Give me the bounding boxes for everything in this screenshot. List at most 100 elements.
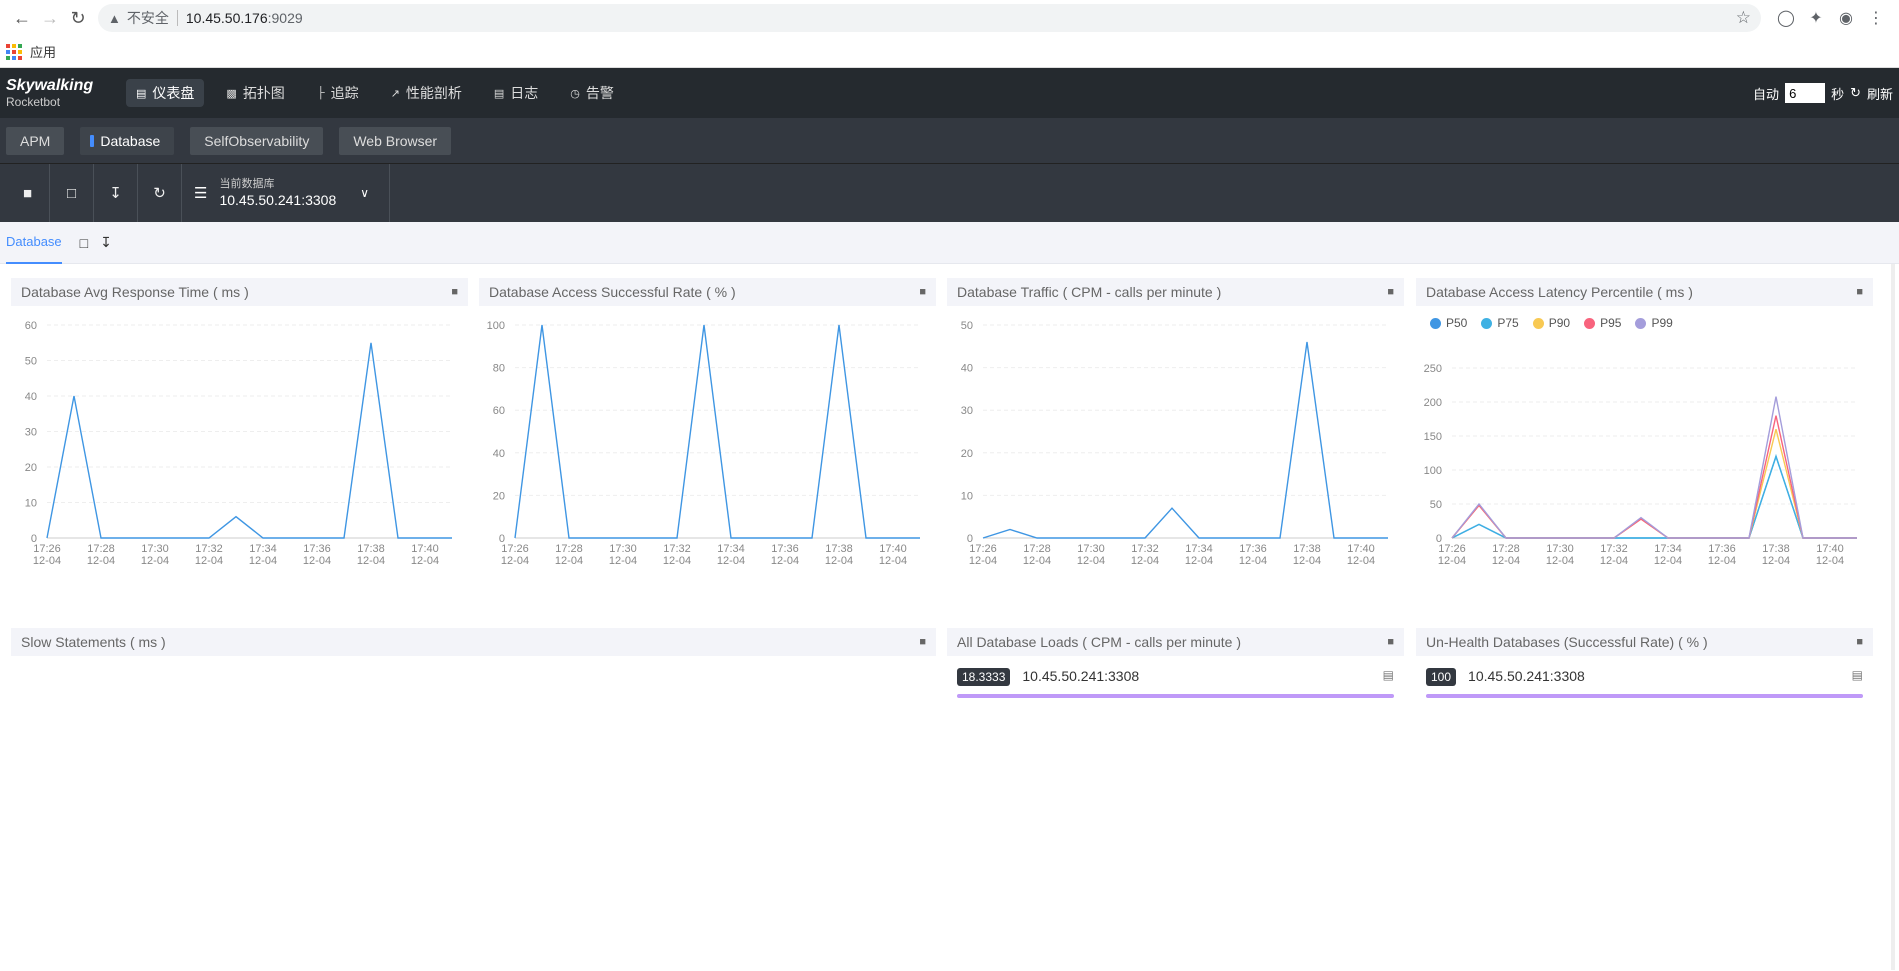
panel-header: Un-Health Databases (Successful Rate) ( … — [1416, 628, 1873, 656]
chart-legend: P50 P75 P90 P95 P99 — [1430, 316, 1673, 330]
layer-tab-apm[interactable]: APM — [6, 126, 65, 155]
x-tick-label: 12-04 — [969, 555, 997, 567]
x-tick-label: 12-04 — [1023, 555, 1051, 567]
x-tick-label: 12-04 — [1293, 555, 1321, 567]
nav-profile[interactable]: ↗ 性能剖析 — [381, 79, 472, 107]
url-port: :9029 — [267, 10, 303, 26]
panel-title: Database Access Successful Rate ( % ) — [489, 284, 736, 300]
legend-item[interactable]: P95 — [1584, 316, 1621, 330]
x-tick-label: 17:38 — [1762, 543, 1790, 555]
trace-icon: ├ — [316, 87, 325, 99]
current-db-label: 当前数据库 — [219, 178, 275, 191]
legend-item[interactable]: P75 — [1481, 316, 1519, 330]
legend-dot — [1584, 317, 1596, 329]
folder-icon[interactable]: □ — [50, 164, 94, 222]
layer-tabs: APM Database SelfObservability Web Brows… — [0, 118, 1899, 164]
clipboard-icon[interactable]: ▤ — [1383, 668, 1394, 682]
series-line[interactable] — [1451, 429, 1857, 539]
series-line[interactable] — [1451, 454, 1857, 539]
series-line[interactable] — [1451, 454, 1857, 539]
lock-icon[interactable]: ■ — [451, 286, 458, 298]
reload-icon[interactable]: ↻ — [64, 4, 92, 32]
forward-icon[interactable]: → — [36, 4, 64, 32]
database-loads-panel: All Database Loads ( CPM - calls per min… — [947, 628, 1404, 700]
bookmark-apps[interactable]: 应用 — [30, 42, 56, 61]
folder-icon[interactable]: □ — [80, 235, 88, 251]
lock-icon[interactable]: ■ — [1856, 636, 1863, 648]
series-line[interactable] — [46, 342, 452, 539]
x-tick-label: 17:30 — [1077, 543, 1105, 555]
refresh-button[interactable]: 刷新 — [1867, 84, 1893, 103]
nav-label: 仪表盘 — [152, 85, 195, 101]
x-tick-label: 12-04 — [1239, 555, 1267, 567]
chart-panel-traffic: Database Traffic ( CPM - calls per minut… — [947, 278, 1404, 571]
lock-icon[interactable]: ■ — [1856, 286, 1863, 298]
lock-icon[interactable]: ■ — [6, 164, 50, 222]
legend-item[interactable]: P50 — [1430, 316, 1467, 330]
y-tick-label: 40 — [493, 448, 505, 460]
lock-icon[interactable]: ■ — [1387, 286, 1394, 298]
download-icon[interactable]: ↧ — [94, 164, 138, 222]
layer-tab-web-browser[interactable]: Web Browser — [339, 126, 452, 155]
x-tick-label: 12-04 — [87, 555, 115, 567]
nav-log[interactable]: ▤ 日志 — [484, 79, 548, 107]
layer-tab-selfobservability[interactable]: SelfObservability — [190, 126, 324, 155]
extension-circle-icon[interactable]: ◯ — [1771, 4, 1801, 32]
x-tick-label: 17:26 — [501, 543, 529, 555]
y-tick-label: 30 — [25, 427, 37, 439]
nav-topology[interactable]: ▩ 拓扑图 — [216, 79, 294, 107]
x-tick-label: 12-04 — [1654, 555, 1682, 567]
y-tick-label: 10 — [25, 498, 37, 510]
apps-grid-icon[interactable] — [6, 43, 22, 60]
sync-icon[interactable]: ↻ — [138, 164, 182, 222]
puzzle-icon[interactable]: ✦ — [1801, 4, 1831, 32]
chart-icon: ▤ — [136, 87, 147, 100]
panel-header: Database Access Latency Percentile ( ms … — [1416, 278, 1873, 306]
address-bar[interactable]: ▲ 不安全 10.45.50.176:9029 ☆ — [98, 4, 1761, 32]
tab-database[interactable]: Database — [6, 222, 62, 264]
series-line[interactable] — [514, 324, 920, 539]
x-tick-label: 17:40 — [411, 543, 439, 555]
refresh-icon[interactable]: ↻ — [1850, 85, 1861, 101]
lock-icon[interactable]: ■ — [1387, 636, 1394, 648]
x-tick-label: 12-04 — [717, 555, 745, 567]
y-tick-label: 20 — [25, 462, 37, 474]
layer-tab-label: Database — [100, 132, 161, 149]
nav-alarm[interactable]: ◷ 告警 — [560, 79, 624, 107]
lock-icon[interactable]: ■ — [919, 636, 926, 648]
refresh-controls: 自动 秒 ↻ 刷新 — [1753, 83, 1893, 103]
series-line[interactable] — [982, 341, 1388, 539]
more-menu-icon[interactable]: ⋮ — [1861, 4, 1891, 32]
log-icon: ▤ — [493, 87, 505, 100]
auto-label[interactable]: 自动 — [1753, 84, 1779, 103]
x-tick-label: 17:38 — [1293, 543, 1321, 555]
back-icon[interactable]: ← — [8, 4, 36, 32]
y-tick-label: 60 — [493, 405, 505, 417]
clipboard-icon[interactable]: ▤ — [1852, 668, 1863, 682]
x-tick-label: 12-04 — [663, 555, 691, 567]
account-icon[interactable]: ◉ — [1831, 4, 1861, 32]
line-chart: 05010015020025017:2612-0417:2812-0417:30… — [1424, 363, 1857, 567]
interval-input[interactable] — [1785, 83, 1826, 103]
x-tick-label: 17:32 — [195, 543, 223, 555]
x-tick-label: 12-04 — [1492, 555, 1520, 567]
load-value-badge: 18.3333 — [957, 668, 1011, 686]
y-tick-label: 50 — [25, 356, 37, 368]
x-tick-label: 17:30 — [1546, 543, 1574, 555]
x-tick-label: 17:38 — [825, 543, 853, 555]
x-tick-label: 17:28 — [1492, 543, 1520, 555]
layer-tab-database[interactable]: Database — [80, 126, 175, 155]
x-tick-label: 12-04 — [357, 555, 385, 567]
nav-trace[interactable]: ├ 追踪 — [307, 79, 369, 107]
database-selector[interactable]: ☰ 当前数据库 10.45.50.241:3308 ∨ — [182, 164, 391, 222]
nav-dashboard[interactable]: ▤ 仪表盘 — [126, 79, 205, 107]
panel-title: All Database Loads ( CPM - calls per min… — [957, 634, 1241, 650]
y-tick-label: 250 — [1424, 363, 1442, 375]
panel-header: Database Access Successful Rate ( % ) ■ — [479, 278, 936, 306]
lock-icon[interactable]: ■ — [919, 286, 926, 298]
legend-item[interactable]: P90 — [1532, 316, 1570, 330]
download-icon[interactable]: ↧ — [100, 234, 112, 251]
bookmark-star-icon[interactable]: ☆ — [1736, 8, 1751, 28]
x-tick-label: 12-04 — [411, 555, 439, 567]
legend-item[interactable]: P99 — [1635, 316, 1673, 330]
